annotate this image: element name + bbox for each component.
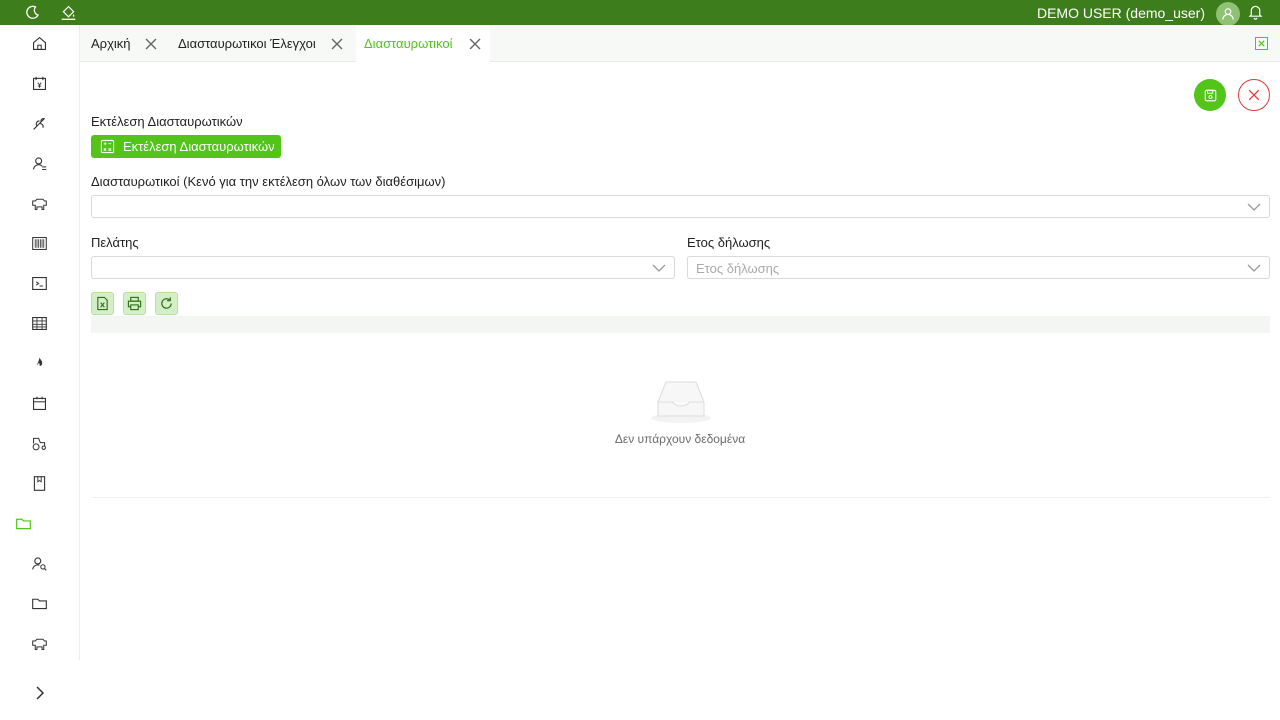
sidebar-item-home[interactable] <box>30 34 48 52</box>
sidebar-item-users[interactable] <box>30 154 48 172</box>
sidebar-item-folder[interactable] <box>30 594 48 612</box>
calculator-icon <box>100 139 115 154</box>
book-icon <box>33 475 45 491</box>
paint-bucket-icon[interactable] <box>58 2 78 22</box>
user-search-icon <box>31 556 47 571</box>
customer-select[interactable] <box>91 256 675 279</box>
close-button[interactable] <box>1238 79 1270 111</box>
print-icon <box>127 296 142 311</box>
top-bar: DEMO USER (demo_user) <box>0 0 1280 26</box>
tab-cross-checks-active[interactable]: Διασταυρωτικοί <box>356 25 490 62</box>
sidebar-item-fire[interactable] <box>30 354 48 372</box>
sidebar-item-folder-active[interactable] <box>14 514 32 532</box>
invoice-icon <box>32 76 46 90</box>
print-button[interactable] <box>123 292 146 315</box>
year-select[interactable]: Ετος δήλωσης <box>687 256 1270 279</box>
home-icon <box>32 36 46 50</box>
save-button[interactable] <box>1194 79 1226 111</box>
user-name[interactable]: DEMO USER (demo_user) <box>1037 5 1205 21</box>
folder-icon <box>15 518 31 529</box>
sidebar-item-terminal[interactable] <box>30 274 48 292</box>
plant-icon <box>32 117 45 130</box>
fire-icon <box>36 357 42 366</box>
calendar-icon <box>32 396 46 410</box>
bell-icon[interactable] <box>1247 3 1265 21</box>
run-button-label: Εκτέλεση Διασταυρωτικών <box>123 139 275 154</box>
run-section-label: Εκτέλεση Διασταυρωτικών <box>91 114 243 129</box>
export-excel-button[interactable] <box>91 292 114 315</box>
close-icon <box>1248 89 1260 101</box>
sidebar-item-calendar[interactable] <box>30 394 48 412</box>
sidebar-item-book[interactable] <box>30 474 48 492</box>
chevron-down-icon <box>652 264 666 272</box>
sidebar-item-table[interactable] <box>30 314 48 332</box>
cross-checks-select[interactable] <box>91 195 1270 218</box>
run-cross-checks-button[interactable]: Εκτέλεση Διασταυρωτικών <box>91 135 281 158</box>
close-icon[interactable] <box>330 37 344 51</box>
cross-checks-label: Διασταυρωτικοί (Κενό για την εκτέλεση όλ… <box>91 174 446 189</box>
tab-home[interactable]: Αρχική <box>80 25 166 62</box>
tab-label: Αρχική <box>91 36 131 51</box>
year-placeholder: Ετος δήλωσης <box>696 261 780 276</box>
chevron-right-icon[interactable] <box>32 685 48 701</box>
tab-label: Διασταυρωτικοί <box>364 36 453 51</box>
chevron-down-icon <box>1247 203 1261 211</box>
excel-icon <box>97 296 108 311</box>
sidebar-item-livestock[interactable] <box>30 194 48 212</box>
empty-inbox-icon <box>648 378 714 424</box>
tab-bar: Αρχική Διασταυρωτικοι Έλεγχοι Διασταυρωτ… <box>80 25 1280 62</box>
sidebar-item-plant[interactable] <box>30 114 48 132</box>
grid-divider <box>91 497 1270 498</box>
folder-icon <box>31 598 47 609</box>
chevron-down-icon <box>1247 264 1261 272</box>
refresh-button[interactable] <box>155 292 178 315</box>
sidebar-item-invoice[interactable] <box>30 74 48 92</box>
year-label: Ετος δήλωσης <box>687 235 771 250</box>
close-icon[interactable] <box>468 37 482 51</box>
sidebar-item-user-search[interactable] <box>30 554 48 572</box>
livestock-icon <box>31 198 47 210</box>
refresh-icon <box>161 297 172 309</box>
livestock-icon <box>31 638 47 650</box>
sidebar-item-barcode[interactable] <box>30 234 48 252</box>
empty-state-text: Δεν υπάρχουν δεδομένα <box>614 432 746 446</box>
tab-label: Διασταυρωτικοι Έλεγχοι <box>178 36 316 51</box>
sidebar-item-livestock-2[interactable] <box>30 634 48 652</box>
table-icon <box>31 316 47 330</box>
user-list-icon <box>32 156 46 170</box>
customer-label: Πελάτης <box>91 235 139 250</box>
terminal-icon <box>31 276 47 290</box>
moon-icon[interactable] <box>22 2 42 22</box>
close-all-tabs-icon[interactable] <box>1255 37 1268 50</box>
sidebar <box>0 25 80 660</box>
save-icon <box>1204 89 1216 101</box>
grid-header <box>91 316 1270 333</box>
user-avatar-icon[interactable] <box>1216 2 1240 26</box>
tab-cross-checks[interactable]: Διασταυρωτικοι Έλεγχοι <box>168 25 354 62</box>
close-icon[interactable] <box>144 37 158 51</box>
barcode-icon <box>31 236 47 250</box>
